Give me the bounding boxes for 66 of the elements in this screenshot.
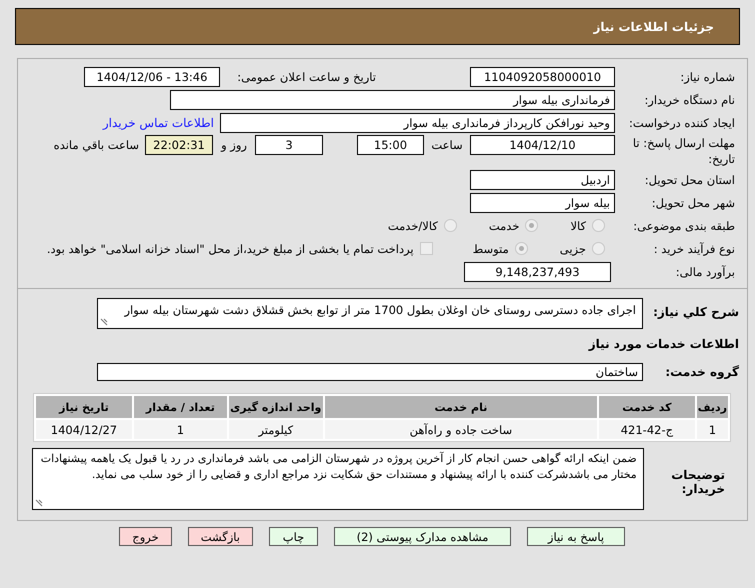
radio-option[interactable]: جزیی — [560, 242, 605, 256]
field-label: گروه خدمت: — [664, 365, 739, 379]
action-button[interactable]: مشاهده مدارک پیوستی (2) — [334, 527, 511, 546]
page-title: جزئیات اطلاعات نیاز — [593, 20, 714, 34]
action-button[interactable]: بازگشت — [188, 527, 253, 546]
field-label: نوع فرآیند خرید : — [652, 242, 736, 256]
radio-option[interactable]: کالا — [570, 218, 605, 232]
table-cell: ساخت جاده و راه‌آهن — [324, 420, 597, 439]
buyer-notes-text: ضمن اینکه ارائه گواهی حسن انجام کار از آخرین پروژه در شهرستان الزامی می باشد فرمانداری در رد یا قبول یک یاهمه پیشنهادات مختار می باشدشرکت کننده با ارائه پیشنهاد و مستندات حق شکایت نزد مراجع اداری و قضایی را از خود سلب می نماید. — [40, 452, 637, 481]
estimate-field[interactable]: 9,148,237,493 — [464, 262, 611, 282]
days-field[interactable]: 3 — [255, 135, 323, 155]
field-label: شرح کلي نياز: — [652, 304, 739, 319]
province-field[interactable]: اردبیل — [470, 170, 615, 190]
table-cell: کیلومتر — [228, 420, 323, 439]
field-label: شهر محل تحویل: — [650, 196, 736, 210]
field-label: ایجاد کننده درخواست: — [628, 116, 736, 130]
table-cell: ج-42-421 — [598, 420, 695, 439]
column-header: واحد اندازه گیری — [228, 396, 323, 418]
buyer-notes-field[interactable] — [32, 448, 644, 510]
column-header: تعداد / مقدار — [134, 396, 227, 418]
field-label: شماره نیاز: — [679, 70, 736, 84]
table-cell: 1404/12/27 — [36, 420, 132, 439]
resize-grip-icon[interactable] — [35, 499, 43, 507]
checkbox-icon[interactable] — [420, 242, 433, 255]
announce-date-field[interactable]: 1404/12/06 - 13:46 — [84, 66, 220, 86]
table-cell: 1 — [696, 420, 728, 439]
action-button[interactable]: چاپ — [269, 527, 318, 546]
field-label: توضیحات خریدار: — [670, 467, 726, 496]
description-field[interactable]: اجرای جاده دسترسی روستای خان اوغلان بطول 1700 متر از توابع بخش قشلاق دشت شهرستان بیله سوار — [97, 298, 643, 329]
need-number-field[interactable]: 1104092058000010 — [470, 66, 615, 86]
description-text: اجرای جاده دسترسی روستای خان اوغلان بطول 1700 متر از توابع بخش قشلاق دشت شهرستان بیله سوار — [124, 303, 636, 317]
radio-icon[interactable] — [514, 242, 528, 255]
column-header: تاریخ نیاز — [36, 396, 132, 418]
service-group-field[interactable]: ساختمان — [97, 363, 643, 381]
section-title: اطلاعات خدمات مورد نیاز — [588, 337, 739, 351]
radio-option[interactable]: کالا/خدمت — [388, 218, 457, 232]
radio-icon[interactable] — [592, 219, 605, 232]
radio-icon[interactable] — [444, 219, 457, 232]
action-button[interactable]: پاسخ به نیاز — [527, 527, 625, 546]
field-label: طبقه بندی موضوعی: — [632, 218, 736, 232]
field-label: ساعت باقي مانده — [52, 137, 140, 154]
field-label: استان محل تحویل: — [644, 172, 736, 186]
radio-option[interactable]: خدمت — [488, 218, 538, 232]
column-header: کد خدمت — [598, 396, 695, 418]
table-cell: 1 — [134, 420, 227, 439]
field-label: روز و — [220, 137, 248, 154]
resize-grip-icon[interactable] — [100, 318, 108, 326]
field-label: مهلت ارسال پاسخ: تا تاریخ: — [632, 135, 736, 167]
deadline-date-field[interactable]: 1404/12/10 — [470, 135, 615, 155]
field-label: ساعت — [430, 137, 464, 154]
radio-option[interactable]: متوسط — [472, 242, 528, 256]
contact-link[interactable]: اطلاعات تماس خریدار — [102, 116, 214, 130]
column-header: نام خدمت — [324, 396, 597, 418]
field-label: تاریخ و ساعت اعلان عمومی: — [236, 70, 377, 84]
action-button[interactable]: خروج — [119, 527, 172, 546]
city-field[interactable]: بیله سوار — [470, 192, 615, 212]
payment-checkbox-option[interactable]: پرداخت تمام یا بخشی از مبلغ خرید،از محل "اسناد خزانه اسلامی" خواهد بود. — [46, 242, 433, 256]
field-label: نام دستگاه خریدار: — [643, 92, 736, 106]
column-header: ردیف — [696, 396, 728, 418]
buyer-org-field[interactable]: فرمانداری بیله سوار — [170, 90, 615, 110]
creator-field[interactable]: وحید نورافکن کارپرداز فرمانداری بیله سوار — [220, 112, 615, 132]
deadline-time-field[interactable]: 15:00 — [357, 135, 424, 155]
remaining-time-field[interactable]: 22:02:31 — [145, 135, 213, 155]
field-label: برآورد مالی: — [674, 264, 736, 278]
radio-icon[interactable] — [592, 242, 605, 255]
radio-icon[interactable] — [525, 219, 538, 232]
